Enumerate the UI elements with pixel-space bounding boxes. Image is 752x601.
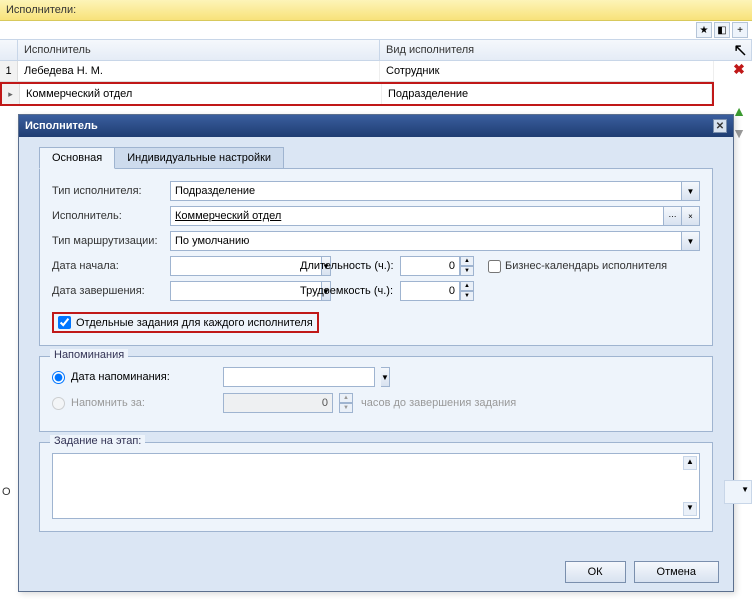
chevron-down-icon[interactable]: ▼	[682, 181, 700, 201]
stage-textarea[interactable]: ▲ ▼	[52, 453, 700, 519]
stage-fieldset: Задание на этап: ▲ ▼	[39, 442, 713, 532]
tab-custom[interactable]: Индивидуальные настройки	[114, 147, 284, 169]
grid-row[interactable]: ▸ Коммерческий отдел Подразделение	[0, 82, 714, 106]
row-marker-icon: ▸	[2, 84, 20, 104]
reminder-date-field[interactable]	[223, 367, 375, 387]
performer-dialog: Исполнитель ✕ Основная Индивидуальные на…	[18, 114, 734, 592]
remind-before-label: Напомнить за:	[71, 397, 183, 409]
row-type: Подразделение	[382, 84, 712, 104]
biz-calendar-label: Бизнес-календарь исполнителя	[505, 260, 667, 272]
reminder-date-label: Дата напоминания:	[71, 371, 183, 383]
route-type-label: Тип маршрутизации:	[52, 235, 170, 247]
reminder-date-radio[interactable]	[52, 371, 65, 384]
stage-legend: Задание на этап:	[50, 435, 145, 447]
labor-label: Трудоемкость (ч.):	[300, 285, 400, 297]
performer-label: Исполнитель:	[52, 210, 170, 222]
ellipsis-icon[interactable]: ⋯	[664, 206, 682, 226]
toolbar-right: ★ ◧ +	[696, 22, 748, 38]
clear-icon[interactable]: ×	[682, 206, 700, 226]
textarea-scrollbar[interactable]: ▲ ▼	[683, 456, 697, 516]
chevron-down-icon[interactable]: ▼	[381, 367, 390, 387]
start-date-label: Дата начала:	[52, 260, 170, 272]
grid-header-num[interactable]	[0, 40, 18, 60]
scroll-up-icon[interactable]: ▲	[683, 456, 697, 470]
reminders-fieldset: Напоминания Дата напоминания: ▼ Напомнит…	[39, 356, 713, 432]
delete-icon[interactable]: ✖	[730, 60, 748, 78]
row-performer: Лебедева Н. М.	[18, 61, 380, 81]
panel-header: Исполнители:	[0, 0, 752, 21]
performer-field[interactable]	[170, 206, 664, 226]
row-number: 1	[0, 61, 18, 81]
perf-type-combo[interactable]	[170, 181, 682, 201]
remind-suffix-label: часов до завершения задания	[361, 397, 516, 409]
remind-before-radio	[52, 397, 65, 410]
outside-letter: О	[2, 486, 11, 498]
labor-spinner[interactable]: ▲▼	[460, 281, 474, 301]
ok-button[interactable]: ОК	[565, 561, 626, 583]
remind-before-field	[223, 393, 333, 413]
cancel-button[interactable]: Отмена	[634, 561, 719, 583]
separate-tasks-row: Отдельные задания для каждого исполнител…	[52, 312, 319, 333]
biz-calendar-checkbox[interactable]	[488, 260, 501, 273]
spin-up-icon[interactable]: ▲	[460, 281, 474, 291]
close-icon[interactable]: ✕	[713, 119, 727, 133]
labor-field[interactable]	[400, 281, 460, 301]
spin-up-icon: ▲	[339, 393, 353, 403]
dialog-titlebar[interactable]: Исполнитель ✕	[19, 115, 733, 137]
add-icon[interactable]: +	[732, 22, 748, 38]
duration-spinner[interactable]: ▲▼	[460, 256, 474, 276]
remind-spinner: ▲▼	[339, 393, 353, 413]
separate-tasks-checkbox[interactable]	[58, 316, 71, 329]
spin-down-icon[interactable]: ▼	[460, 291, 474, 301]
star-icon[interactable]: ★	[696, 22, 712, 38]
grid-header-performer[interactable]: Исполнитель	[18, 40, 380, 60]
spin-down-icon[interactable]: ▼	[460, 266, 474, 276]
perf-type-label: Тип исполнителя:	[52, 185, 170, 197]
grid-header-row: Исполнитель Вид исполнителя	[0, 40, 752, 61]
duration-field[interactable]	[400, 256, 460, 276]
dialog-tabs: Основная Индивидуальные настройки	[39, 147, 713, 169]
grid-header-type[interactable]: Вид исполнителя	[380, 40, 752, 60]
duration-label: Длительность (ч.):	[300, 260, 400, 272]
row-type: Сотрудник	[380, 61, 714, 81]
reminders-legend: Напоминания	[50, 349, 128, 361]
separate-tasks-label: Отдельные задания для каждого исполнител…	[76, 317, 313, 329]
route-type-combo[interactable]	[170, 231, 682, 251]
grid-row[interactable]: 1 Лебедева Н. М. Сотрудник	[0, 61, 714, 82]
panel-title: Исполнители:	[6, 4, 76, 16]
end-date-label: Дата завершения:	[52, 285, 170, 297]
tab-main[interactable]: Основная	[39, 147, 115, 169]
spin-up-icon[interactable]: ▲	[460, 256, 474, 266]
chevron-down-icon[interactable]: ▼	[682, 231, 700, 251]
tab-main-content: Тип исполнителя: ▼ Исполнитель: ⋯ × Тип …	[39, 168, 713, 346]
refresh-icon[interactable]: ◧	[714, 22, 730, 38]
row-performer: Коммерческий отдел	[20, 84, 382, 104]
scroll-down-icon[interactable]: ▼	[683, 502, 697, 516]
dialog-title-text: Исполнитель	[25, 120, 98, 132]
dialog-button-bar: ОК Отмена	[565, 561, 719, 583]
performers-grid: Исполнитель Вид исполнителя 1 Лебедева Н…	[0, 39, 752, 106]
spin-down-icon: ▼	[339, 403, 353, 413]
partial-combo-icon[interactable]: ▼	[724, 480, 752, 504]
